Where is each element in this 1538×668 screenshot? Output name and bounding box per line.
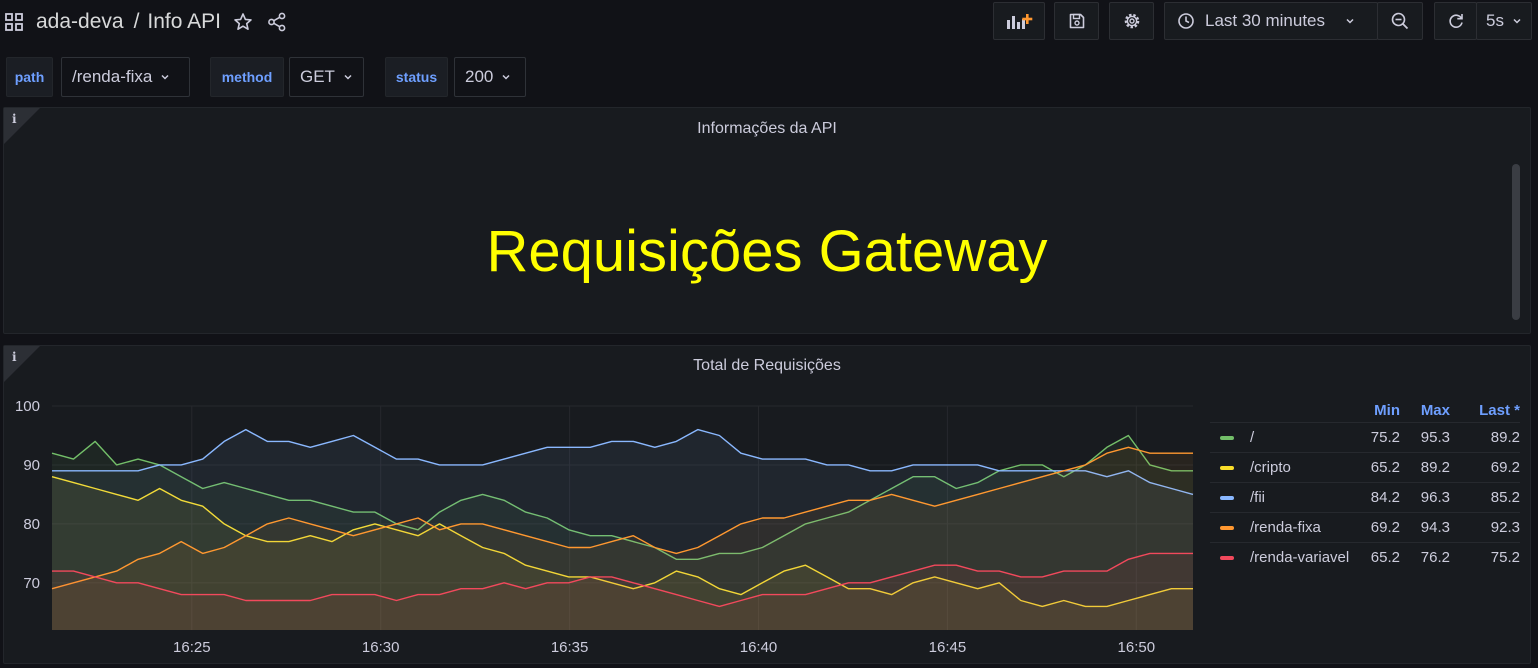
save-icon (1069, 13, 1084, 29)
series-color-swatch[interactable] (1220, 525, 1234, 530)
y-tick-label: 90 (23, 457, 40, 474)
panel-scrollbar[interactable] (1512, 164, 1520, 320)
share-icon[interactable] (267, 12, 287, 32)
variable-value: GET (300, 67, 335, 86)
time-range-label: Last 30 minutes (1205, 11, 1326, 30)
chart-legend: Min Max Last * / 75.2 95.3 89.2/cripto 65.2 8… (1210, 398, 1520, 572)
apps-grid-icon[interactable] (4, 12, 24, 32)
y-tick-label: 100 (15, 398, 40, 415)
legend-last-value: 85.2 (1490, 489, 1520, 506)
legend-max-value: 76.2 (1420, 549, 1450, 566)
legend-row[interactable]: /fii 84.2 96.3 85.2 (1210, 482, 1520, 512)
legend-min-value: 65.2 (1370, 549, 1400, 566)
legend-max-value: 89.2 (1420, 459, 1450, 476)
gear-icon (1124, 13, 1139, 29)
refresh-icon (1448, 14, 1463, 28)
series-color-swatch[interactable] (1220, 435, 1234, 440)
clock-icon (1178, 13, 1194, 29)
time-series-chart[interactable]: 100 90 80 70 16:25 16:30 16:35 16:40 16:45 16:50 (0, 390, 1205, 660)
x-tick-label: 16:40 (740, 639, 778, 656)
dashboard-settings-button[interactable] (1109, 2, 1154, 40)
legend-max-value: 96.3 (1420, 489, 1450, 506)
legend-series-name[interactable]: /fii (1210, 489, 1350, 506)
chevron-down-icon (1513, 18, 1521, 24)
dashboard-breadcrumb: ada-deva / Info API (4, 6, 287, 38)
variable-label-path: path (6, 57, 53, 97)
x-tick-label: 16:35 (551, 639, 589, 656)
add-panel-icon (1007, 14, 1033, 29)
legend-min-value: 69.2 (1370, 519, 1400, 536)
dashboard-title[interactable]: Info API (147, 10, 221, 34)
panel-title[interactable]: Total de Requisições (4, 357, 1530, 375)
legend-max-value: 95.3 (1420, 429, 1450, 446)
legend-max-header[interactable]: Max (1400, 402, 1450, 419)
variable-select-method[interactable]: GET (289, 57, 364, 97)
legend-series-label: /fii (1250, 489, 1265, 506)
legend-row[interactable]: /renda-variavel 65.2 76.2 75.2 (1210, 542, 1520, 572)
zoom-out-icon (1391, 12, 1409, 30)
variable-value: /renda-fixa (72, 67, 153, 86)
legend-last-value: 75.2 (1490, 549, 1520, 566)
x-tick-label: 16:50 (1118, 639, 1156, 656)
legend-series-label: /cripto (1250, 459, 1291, 476)
add-panel-button[interactable] (993, 2, 1045, 40)
legend-series-label: /renda-variavel (1250, 549, 1350, 566)
chevron-down-icon (344, 74, 352, 80)
legend-series-name[interactable]: /renda-variavel (1210, 549, 1350, 566)
legend-min-value: 75.2 (1370, 429, 1400, 446)
folder-link[interactable]: ada-deva (36, 10, 124, 34)
time-range-picker[interactable]: Last 30 minutes (1164, 2, 1378, 40)
variable-select-path[interactable]: /renda-fixa (61, 57, 190, 97)
legend-series-name[interactable]: /renda-fixa (1210, 519, 1350, 536)
text-panel: i Informações da API Requisições Gateway (3, 107, 1531, 334)
legend-series-label: / (1250, 429, 1255, 446)
legend-min-header[interactable]: Min (1350, 402, 1400, 419)
legend-max-value: 94.3 (1420, 519, 1450, 536)
y-tick-label: 80 (23, 516, 40, 533)
legend-series-name[interactable]: / (1210, 429, 1350, 446)
x-tick-label: 16:30 (362, 639, 400, 656)
refresh-interval-picker[interactable]: 5s (1476, 2, 1532, 40)
refresh-button[interactable] (1434, 2, 1477, 40)
series-color-swatch[interactable] (1220, 555, 1234, 560)
variable-select-status[interactable]: 200 (454, 57, 526, 97)
legend-series-name[interactable]: /cripto (1210, 459, 1350, 476)
text-panel-content: Requisições Gateway (486, 219, 1048, 284)
legend-min-value: 84.2 (1370, 489, 1400, 506)
star-icon[interactable] (233, 12, 253, 32)
x-tick-label: 16:25 (173, 639, 211, 656)
legend-last-value: 69.2 (1490, 459, 1520, 476)
legend-row[interactable]: / 75.2 95.3 89.2 (1210, 422, 1520, 452)
variable-label-status: status (385, 57, 448, 97)
breadcrumb-separator: / (133, 10, 140, 33)
series-color-swatch[interactable] (1220, 495, 1234, 500)
save-dashboard-button[interactable] (1054, 2, 1099, 40)
zoom-out-button[interactable] (1377, 2, 1423, 40)
variable-value: 200 (465, 67, 494, 86)
x-tick-label: 16:45 (929, 639, 967, 656)
legend-last-value: 89.2 (1490, 429, 1520, 446)
chevron-down-icon (502, 74, 510, 80)
legend-series-label: /renda-fixa (1250, 519, 1321, 536)
chevron-down-icon (161, 74, 169, 80)
refresh-interval-label: 5s (1486, 11, 1504, 30)
legend-rows: / 75.2 95.3 89.2/cripto 65.2 89.2 69.2/fii 84.2… (1210, 422, 1520, 572)
legend-row[interactable]: /renda-fixa 69.2 94.3 92.3 (1210, 512, 1520, 542)
legend-last-header[interactable]: Last * (1450, 402, 1520, 419)
legend-header: Min Max Last * (1210, 398, 1520, 422)
chevron-down-icon (1346, 18, 1354, 24)
variable-label-method: method (210, 57, 284, 97)
y-tick-label: 70 (23, 575, 40, 592)
panel-title[interactable]: Informações da API (4, 120, 1530, 138)
legend-row[interactable]: /cripto 65.2 89.2 69.2 (1210, 452, 1520, 482)
legend-last-value: 92.3 (1490, 519, 1520, 536)
legend-min-value: 65.2 (1370, 459, 1400, 476)
top-navbar: ada-deva / Info API Last 30 minutes 5s (0, 0, 1538, 44)
series-color-swatch[interactable] (1220, 465, 1234, 470)
